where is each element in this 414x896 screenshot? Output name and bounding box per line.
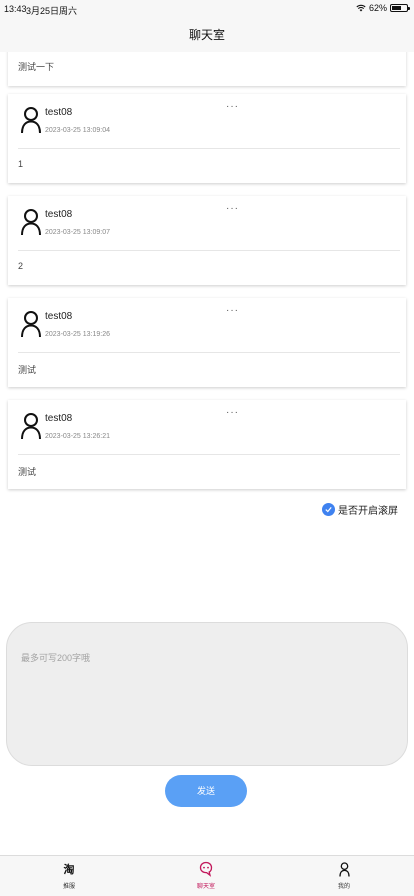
message-content: 1 xyxy=(18,159,24,169)
message-content: 测试 xyxy=(18,467,37,477)
message-timestamp: 2023-03-25 13:26:21 xyxy=(45,433,110,440)
message-input[interactable] xyxy=(21,651,391,751)
tab-mine[interactable]: 我的 xyxy=(314,861,374,890)
divider xyxy=(18,454,400,455)
message-card: test08 2023-03-25 13:09:04 ··· 1 xyxy=(8,94,406,183)
more-options-icon[interactable]: ··· xyxy=(226,305,239,316)
divider xyxy=(18,250,400,251)
chat-bubble-icon xyxy=(176,861,236,877)
user-avatar-icon xyxy=(21,107,41,134)
status-time: 13:43 xyxy=(4,4,27,14)
auto-scroll-toggle[interactable]: 是否开启滚屏 xyxy=(322,502,398,517)
status-indicators: 62% xyxy=(356,3,410,13)
user-avatar-icon xyxy=(21,209,41,236)
status-bar: 13:43 3月25日周六 62% xyxy=(0,0,414,18)
status-date: 3月25日周六 xyxy=(26,6,78,16)
taobao-logo-icon: 淘 xyxy=(63,864,75,876)
message-composer xyxy=(6,622,408,766)
user-icon xyxy=(314,861,374,877)
checkbox-checked-icon[interactable] xyxy=(322,503,335,516)
tab-label: 聊天室 xyxy=(196,884,215,890)
battery-icon xyxy=(390,4,410,12)
message-feed[interactable]: 测试一下 test08 2023-03-25 13:09:04 ··· 1 te… xyxy=(0,52,414,522)
message-timestamp: 2023-03-25 13:19:26 xyxy=(45,331,110,338)
message-username: test08 xyxy=(45,413,73,424)
message-timestamp: 2023-03-25 13:09:07 xyxy=(45,229,110,236)
message-card: test08 2023-03-25 13:19:26 ··· 测试 xyxy=(8,298,406,387)
message-card: test08 2023-03-25 13:09:07 ··· 2 xyxy=(8,196,406,285)
message-username: test08 xyxy=(45,311,73,322)
user-avatar-icon xyxy=(21,311,41,338)
more-options-icon[interactable]: ··· xyxy=(226,101,239,112)
more-options-icon[interactable]: ··· xyxy=(226,203,239,214)
message-content: 测试 xyxy=(18,365,37,375)
tab-label: 推服 xyxy=(62,884,75,890)
tab-chatroom[interactable]: 聊天室 xyxy=(176,861,236,890)
wifi-icon xyxy=(356,4,366,12)
message-timestamp: 2023-03-25 13:09:04 xyxy=(45,127,110,134)
message-content: 测试一下 xyxy=(18,62,55,72)
more-options-icon[interactable]: ··· xyxy=(226,407,239,418)
message-card-partial: 测试一下 xyxy=(8,52,406,86)
message-content: 2 xyxy=(18,261,24,271)
message-card: test08 2023-03-25 13:26:21 ··· 测试 xyxy=(8,400,406,489)
message-username: test08 xyxy=(45,209,73,220)
divider xyxy=(18,352,400,353)
tab-label: 我的 xyxy=(337,884,350,890)
battery-percent: 62% xyxy=(368,3,387,13)
divider xyxy=(18,148,400,149)
message-username: test08 xyxy=(45,107,73,118)
user-avatar-icon xyxy=(21,413,41,440)
send-button[interactable]: 发送 xyxy=(165,775,247,807)
nav-bar: 聊天室 xyxy=(0,18,414,52)
tab-bar: 淘 推服 聊天室 我的 xyxy=(0,855,414,896)
auto-scroll-label: 是否开启滚屏 xyxy=(338,506,398,517)
page-title: 聊天室 xyxy=(188,28,225,42)
tab-tuifu[interactable]: 淘 推服 xyxy=(39,861,99,890)
